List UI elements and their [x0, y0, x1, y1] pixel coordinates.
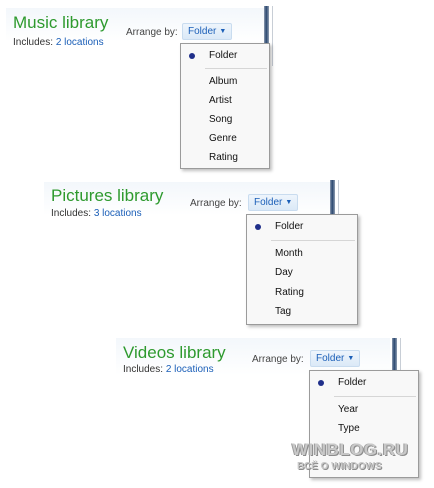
includes-label: Includes: [51, 208, 92, 219]
menu-item-rating[interactable]: Rating [209, 152, 238, 163]
menu-item-folder[interactable]: Folder [209, 50, 237, 61]
menu-item-genre[interactable]: Genre [209, 133, 237, 144]
videos-arrange-dropdown[interactable]: Folder ▼ [310, 350, 361, 367]
arrange-value: Folder [188, 26, 217, 37]
menu-separator [205, 68, 267, 69]
watermark-title: WINBLOG.RU [292, 440, 409, 459]
music-library-title: Music library [13, 13, 109, 32]
chevron-down-icon: ▼ [347, 355, 355, 362]
watermark-subtitle: ВСЁ О WINDOWS [297, 461, 382, 472]
menu-item-folder[interactable]: Folder [275, 221, 303, 232]
videos-arrange-label: Arrange by: [252, 354, 304, 365]
pictures-locations-link[interactable]: 3 locations [94, 208, 142, 219]
music-arrange-label: Arrange by: [126, 27, 178, 38]
menu-item-tag[interactable]: Tag [275, 306, 291, 317]
pictures-arrange-dropdown[interactable]: Folder ▼ [248, 194, 299, 211]
chevron-down-icon: ▼ [219, 28, 227, 35]
arrange-value: Folder [254, 197, 283, 208]
music-locations-link[interactable]: 2 locations [56, 37, 104, 48]
radio-bullet-icon [318, 380, 324, 386]
includes-label: Includes: [13, 37, 54, 48]
music-includes: Includes: 2 locations [13, 37, 104, 48]
music-arrange-dropdown[interactable]: Folder ▼ [182, 23, 233, 40]
pictures-includes: Includes: 3 locations [51, 208, 142, 219]
music-window-edge-line [272, 6, 273, 66]
arrange-value: Folder [316, 353, 345, 364]
pictures-library-title: Pictures library [51, 186, 164, 205]
menu-item-song[interactable]: Song [209, 114, 232, 125]
menu-item-rating[interactable]: Rating [275, 287, 304, 298]
menu-item-year[interactable]: Year [338, 404, 358, 415]
menu-item-artist[interactable]: Artist [209, 95, 232, 106]
videos-includes: Includes: 2 locations [123, 364, 214, 375]
pictures-arrange-label: Arrange by: [190, 198, 242, 209]
radio-bullet-icon [189, 53, 195, 59]
menu-item-type[interactable]: Type [338, 423, 360, 434]
menu-item-month[interactable]: Month [275, 248, 303, 259]
menu-separator [334, 396, 416, 397]
menu-item-folder[interactable]: Folder [338, 377, 366, 388]
menu-item-day[interactable]: Day [275, 267, 293, 278]
chevron-down-icon: ▼ [285, 199, 293, 206]
menu-separator [271, 240, 355, 241]
music-arrange-menu: Folder Album Artist Song Genre Rating [180, 43, 270, 169]
radio-bullet-icon [255, 224, 261, 230]
menu-item-album[interactable]: Album [209, 76, 237, 87]
videos-library-title: Videos library [123, 343, 226, 362]
pictures-arrange-menu: Folder Month Day Rating Tag [246, 214, 358, 325]
videos-locations-link[interactable]: 2 locations [166, 364, 214, 375]
includes-label: Includes: [123, 364, 164, 375]
